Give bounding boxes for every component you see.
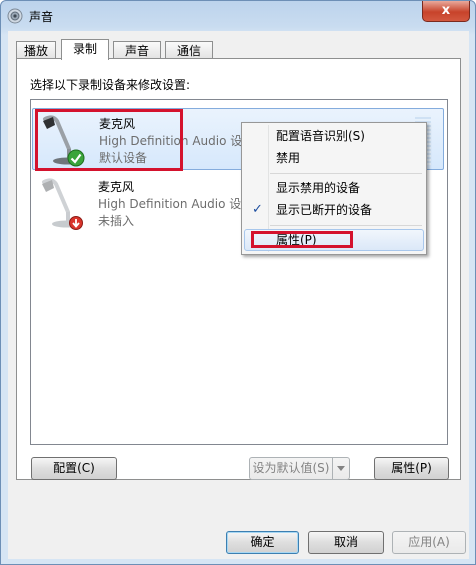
title-bar[interactable]: 声音 x	[1, 1, 475, 31]
menu-item-disable[interactable]: 禁用	[244, 147, 424, 169]
tab-playback[interactable]: 播放	[16, 41, 56, 59]
sound-dialog-window: 声音 x 播放 录制 声音 通信 选择以下录制设备来修改设置: 麦克风 High…	[0, 0, 476, 565]
cancel-button[interactable]: 取消	[308, 531, 384, 554]
checkmark-icon: ✓	[252, 202, 263, 217]
menu-item-properties[interactable]: 属性(P)	[244, 229, 424, 251]
dialog-client-area: 播放 录制 声音 通信 选择以下录制设备来修改设置: 麦克风 High Defi…	[8, 31, 469, 559]
tab-communications[interactable]: 通信	[165, 41, 213, 59]
device-name: 麦克风	[98, 180, 135, 194]
device-list-prompt: 选择以下录制设备来修改设置:	[30, 78, 191, 92]
default-check-icon	[67, 149, 85, 167]
configure-button[interactable]: 配置(C)	[31, 457, 117, 480]
menu-separator	[270, 225, 422, 226]
menu-item-show-disabled[interactable]: 显示禁用的设备	[244, 177, 424, 199]
device-status: 未插入	[98, 214, 135, 228]
device-driver: High Definition Audio 设备	[99, 134, 255, 148]
close-icon: x	[441, 3, 451, 18]
ok-button[interactable]: 确定	[226, 531, 299, 554]
set-default-dropdown-arrow	[332, 457, 350, 480]
unplugged-arrow-icon	[69, 216, 83, 230]
device-driver: High Definition Audio 设备	[98, 197, 254, 211]
device-status: 默认设备	[99, 151, 148, 165]
speaker-icon	[7, 8, 23, 24]
set-default-button: 设为默认值(S)	[249, 457, 333, 480]
menu-item-label: 显示已断开的设备	[276, 203, 373, 217]
menu-item-show-disconnected[interactable]: ✓ 显示已断开的设备	[244, 199, 424, 221]
menu-item-configure-speech[interactable]: 配置语音识别(S)	[244, 125, 424, 147]
menu-separator	[270, 173, 422, 174]
apply-button: 应用(A)	[392, 531, 466, 554]
device-name: 麦克风	[99, 117, 136, 131]
properties-button[interactable]: 属性(P)	[374, 457, 449, 480]
close-button[interactable]: x	[422, 1, 470, 22]
window-title: 声音	[29, 10, 54, 24]
tab-sounds[interactable]: 声音	[113, 41, 161, 59]
tab-recording[interactable]: 录制	[61, 39, 109, 60]
context-menu: 配置语音识别(S) 禁用 显示禁用的设备 ✓ 显示已断开的设备 属性(P)	[241, 122, 427, 255]
